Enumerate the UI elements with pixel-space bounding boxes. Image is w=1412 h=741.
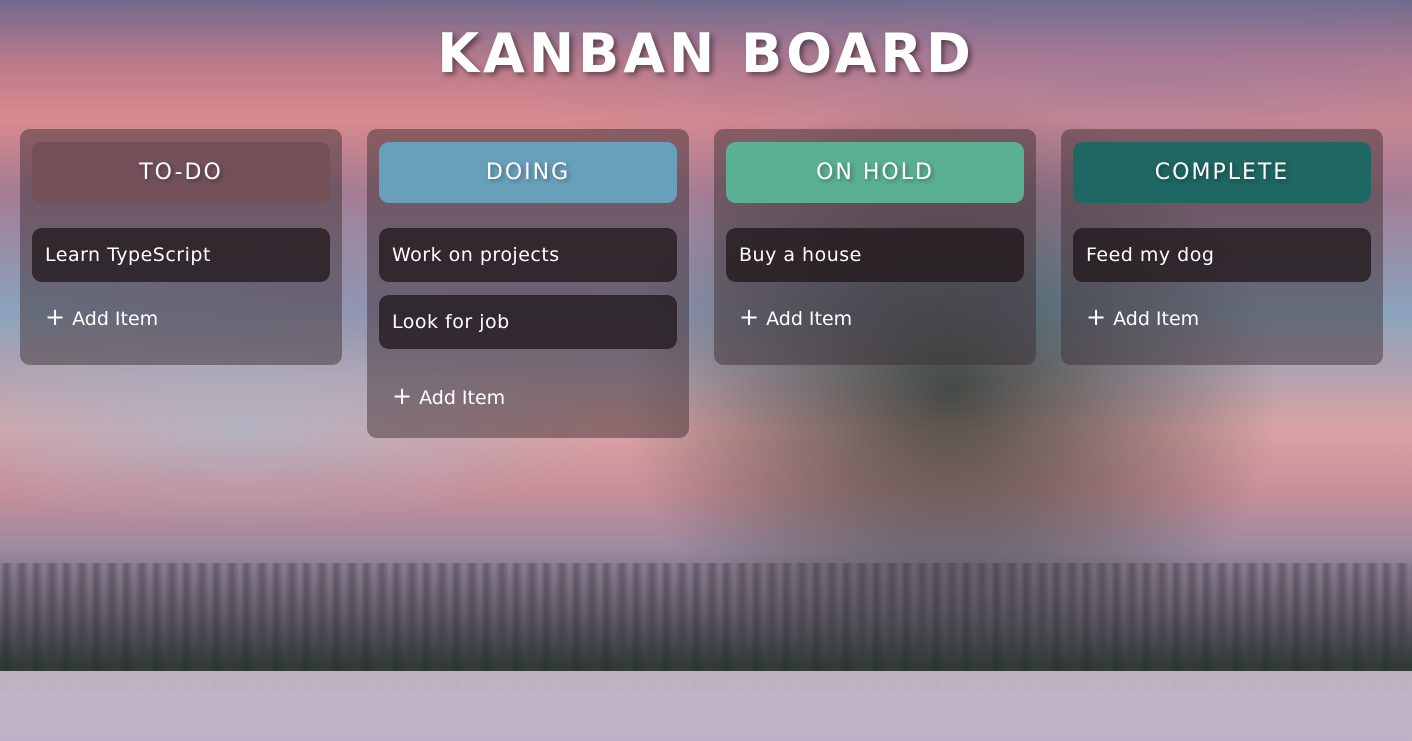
add-item-button-complete[interactable]: + Add Item <box>1086 301 1371 337</box>
add-item-label: Add Item <box>1113 308 1200 330</box>
card-item[interactable]: Look for job <box>379 295 677 349</box>
add-item-button-on-hold[interactable]: + Add Item <box>739 301 1024 337</box>
column-on-hold: ON HOLD Buy a house + Add Item <box>714 129 1036 365</box>
column-title-complete: COMPLETE <box>1154 160 1290 185</box>
card-item[interactable]: Buy a house <box>726 228 1024 282</box>
plus-icon: + <box>1086 303 1107 331</box>
card-text: Learn TypeScript <box>45 244 211 266</box>
plus-icon: + <box>392 382 413 410</box>
column-complete: COMPLETE Feed my dog + Add Item <box>1061 129 1383 365</box>
card-item[interactable]: Work on projects <box>379 228 677 282</box>
add-item-button-todo[interactable]: + Add Item <box>45 301 330 337</box>
add-item-label: Add Item <box>72 308 159 330</box>
column-header-doing: DOING <box>379 142 677 203</box>
column-title-doing: DOING <box>485 160 571 185</box>
card-item[interactable]: Learn TypeScript <box>32 228 330 282</box>
add-item-label: Add Item <box>766 308 853 330</box>
column-header-todo: TO-DO <box>32 142 330 203</box>
plus-icon: + <box>739 303 760 331</box>
column-header-complete: COMPLETE <box>1073 142 1371 203</box>
add-item-label: Add Item <box>419 387 506 409</box>
card-item[interactable]: Feed my dog <box>1073 228 1371 282</box>
card-text: Feed my dog <box>1086 244 1215 266</box>
card-text: Work on projects <box>392 244 560 266</box>
column-header-on-hold: ON HOLD <box>726 142 1024 203</box>
column-doing: DOING Work on projects Look for job + Ad… <box>367 129 689 438</box>
page-title: KANBAN BOARD <box>437 22 975 85</box>
plus-icon: + <box>45 303 66 331</box>
background-snow <box>0 671 1412 741</box>
add-item-button-doing[interactable]: + Add Item <box>392 380 677 416</box>
column-todo: TO-DO Learn TypeScript + Add Item <box>20 129 342 365</box>
card-text: Buy a house <box>739 244 862 266</box>
card-text: Look for job <box>392 311 510 333</box>
column-title-on-hold: ON HOLD <box>816 160 934 185</box>
column-title-todo: TO-DO <box>139 160 223 185</box>
